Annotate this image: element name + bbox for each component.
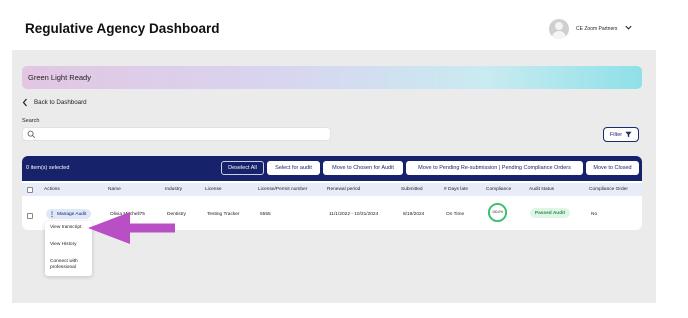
manage-audit-button[interactable]: ⋮ Manage Audit — [46, 209, 91, 219]
col-days-late: # Days late — [444, 187, 468, 192]
move-to-pending-resubmission-button[interactable]: Move to Pending Re-submission | Pending … — [406, 161, 583, 175]
col-name: Name — [108, 187, 121, 192]
menu-item-professional[interactable]: professional — [50, 265, 76, 271]
user-avatar-icon[interactable] — [549, 19, 569, 39]
col-industry: Industry — [165, 187, 183, 192]
audit-table-card: 0 item(s) selected Deselect All Select f… — [22, 156, 642, 230]
cell-submitted: 8/19/2024 — [403, 212, 425, 217]
kebab-menu-icon: ⋮ — [49, 211, 55, 218]
chevron-down-icon[interactable] — [624, 23, 633, 32]
avatar-body — [552, 31, 566, 39]
col-compliance: Compliance — [486, 187, 512, 192]
col-permit-number: License/Permit number — [258, 187, 308, 192]
audit-status-badge: Passed Audit — [530, 208, 570, 218]
col-audit-status: Audit status — [529, 187, 555, 192]
cell-permit-number: 5555 — [260, 212, 271, 217]
cell-renewal-period: 11/1/2022 - 10/31/2024 — [329, 212, 379, 217]
banner-text: Green Light Ready — [28, 73, 91, 82]
cell-compliance-order: No — [591, 212, 598, 217]
search-label: Search — [22, 118, 40, 124]
filter-button[interactable]: Filter — [603, 127, 639, 142]
row-checkbox[interactable] — [27, 213, 33, 219]
search-box[interactable] — [22, 127, 331, 141]
table-header: Actions Name Industry License License/Pe… — [22, 183, 642, 196]
col-actions: Actions — [44, 187, 60, 192]
avatar-head — [555, 22, 563, 30]
select-for-audit-button[interactable]: Select for audit — [267, 161, 320, 175]
search-input[interactable] — [38, 129, 328, 140]
cell-name: Olivia Mitchell75 — [110, 212, 145, 217]
col-license: License — [205, 187, 222, 192]
menu-item-view-transcript[interactable]: View transcript — [50, 225, 81, 231]
menu-item-view-history[interactable]: View History — [50, 242, 77, 248]
filter-funnel-icon — [625, 131, 632, 138]
back-to-dashboard-link[interactable]: Back to Dashboard — [22, 97, 87, 107]
move-to-closed-button[interactable]: Move to Closed — [586, 161, 639, 175]
search-icon — [27, 130, 36, 139]
top-header: Regulative Agency Dashboard CE Zoom Part… — [0, 0, 688, 50]
back-link-label: Back to Dashboard — [34, 98, 87, 106]
status-banner: Green Light Ready — [22, 66, 642, 89]
app-title: Regulative Agency Dashboard — [25, 21, 220, 36]
deselect-all-button[interactable]: Deselect All — [221, 161, 264, 175]
col-renewal-period: Renewal period — [327, 187, 361, 192]
bulk-action-toolbar: 0 item(s) selected Deselect All Select f… — [22, 156, 642, 181]
filter-label: Filter — [609, 131, 623, 138]
chevron-left-icon — [22, 98, 27, 106]
cell-license: Testing Tracker — [207, 212, 240, 217]
manage-audit-menu: View transcript View History Connect wit… — [45, 221, 92, 276]
table-row[interactable]: ⋮ Manage Audit Olivia Mitchell75 Dentist… — [22, 196, 642, 228]
cell-industry: Dentistry — [167, 212, 186, 217]
cell-days-late: On Time — [446, 212, 465, 217]
manage-audit-label: Manage Audit — [57, 211, 87, 217]
select-all-checkbox[interactable] — [27, 186, 33, 193]
selection-count: 0 item(s) selected — [26, 165, 70, 171]
org-name[interactable]: CE Zoom Partners — [576, 26, 617, 32]
compliance-percent: 100.0% — [492, 210, 503, 214]
move-to-chosen-for-audit-button[interactable]: Move to Chosen for Audit — [323, 161, 403, 175]
col-submitted: Submitted — [401, 187, 423, 192]
col-compliance-order: Compliance Order — [589, 187, 628, 192]
